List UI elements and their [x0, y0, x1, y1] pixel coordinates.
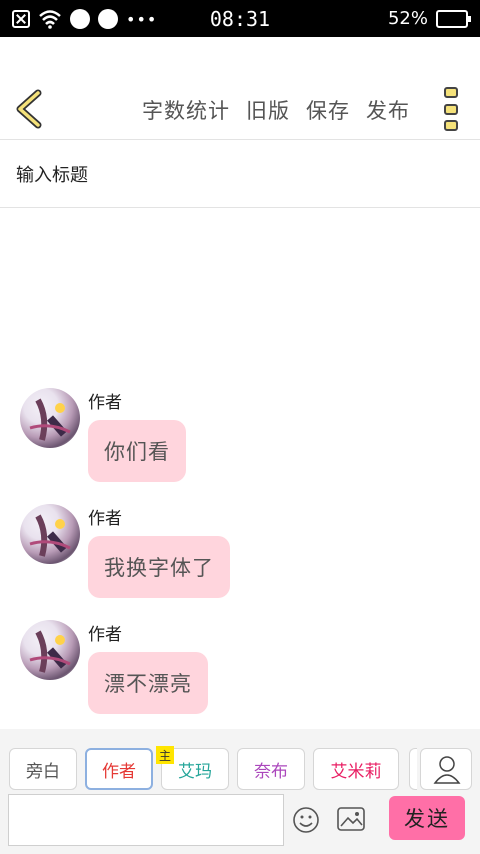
- role-author[interactable]: 作者: [85, 748, 153, 790]
- role-label: 艾玛: [178, 761, 212, 782]
- role-emma[interactable]: 主艾玛: [156, 746, 229, 790]
- dot: [444, 103, 458, 115]
- message-bubble[interactable]: 我换字体了: [88, 536, 230, 598]
- status-bar: ••• 08:31 52%: [0, 0, 480, 37]
- message-author: 作者: [88, 509, 122, 529]
- role-narrator[interactable]: 旁白: [9, 748, 77, 790]
- image-icon[interactable]: [337, 806, 365, 832]
- add-role-button[interactable]: [420, 748, 472, 790]
- vertical-dots-icon[interactable]: [444, 87, 458, 131]
- word-count-button[interactable]: 字数统计: [142, 95, 230, 125]
- message-author: 作者: [88, 625, 122, 645]
- person-icon: [433, 756, 461, 784]
- message-input[interactable]: [8, 794, 284, 846]
- role-emily[interactable]: 艾米莉: [313, 748, 399, 790]
- message-author: 作者: [88, 393, 122, 413]
- role-label: 旁白: [26, 761, 60, 782]
- send-button[interactable]: 发送: [389, 796, 465, 840]
- composer-panel: 旁白 作者 主艾玛 奈布 艾米莉 发送: [0, 729, 480, 854]
- toolbar-actions: 字数统计 旧版 保存 发布: [142, 95, 410, 125]
- editor-toolbar: 字数统计 旧版 保存 发布: [0, 37, 480, 140]
- role-naib[interactable]: 奈布: [237, 748, 305, 790]
- composer-row: 发送: [8, 794, 472, 846]
- message-bubble[interactable]: 你们看: [88, 420, 186, 482]
- old-version-button[interactable]: 旧版: [246, 95, 290, 125]
- title-input[interactable]: 输入标题: [0, 141, 480, 208]
- avatar[interactable]: [20, 504, 80, 564]
- save-button[interactable]: 保存: [306, 95, 350, 125]
- avatar[interactable]: [20, 620, 80, 680]
- chevron-left-icon[interactable]: [12, 89, 44, 129]
- battery-icon: [436, 9, 471, 28]
- dot: [444, 87, 458, 98]
- role-label: 作者: [102, 761, 136, 782]
- publish-button[interactable]: 发布: [366, 95, 410, 125]
- avatar[interactable]: [20, 388, 80, 448]
- dot: [444, 120, 458, 131]
- role-selector: 旁白 作者 主艾玛 奈布 艾米莉: [9, 746, 399, 790]
- message-bubble[interactable]: 漂不漂亮: [88, 652, 208, 714]
- smiley-icon[interactable]: [292, 806, 320, 834]
- role-label: 艾米莉: [330, 761, 382, 782]
- role-more-partial[interactable]: [409, 748, 417, 790]
- main-role-badge: 主: [156, 746, 174, 764]
- battery-percent: 52%: [387, 8, 428, 29]
- role-label: 奈布: [254, 761, 288, 782]
